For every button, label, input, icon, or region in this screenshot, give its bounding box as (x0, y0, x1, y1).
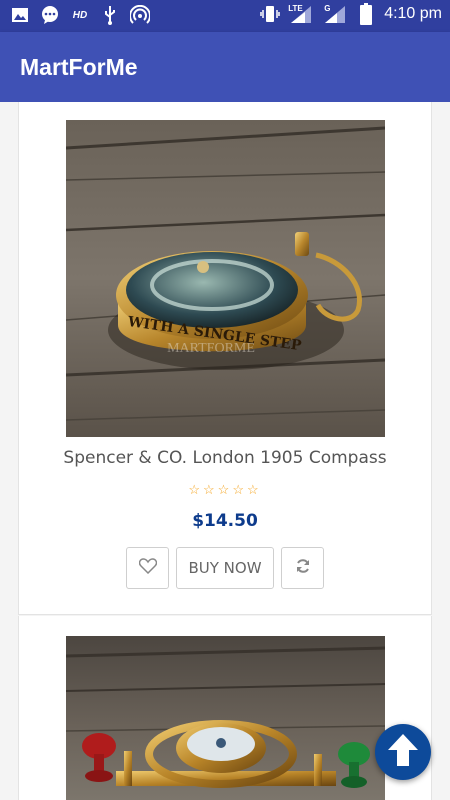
product-image[interactable]: WITH A SINGLE STEP MARTFORME (66, 120, 385, 437)
image-icon (10, 5, 30, 25)
buy-now-button[interactable]: BUY NOW (176, 547, 274, 589)
vibrate-icon (260, 4, 280, 24)
app-title: MartForMe (20, 54, 138, 80)
app-bar: MartForMe (0, 32, 450, 102)
rating-stars: ☆☆☆☆☆ (188, 482, 262, 497)
lte-label: LTE (288, 4, 303, 13)
lte-signal-icon: LTE (288, 4, 314, 24)
compare-button[interactable] (281, 547, 324, 589)
heart-icon (138, 557, 157, 579)
hd-icon: HD (72, 9, 88, 21)
chat-icon (40, 5, 60, 25)
product-card[interactable] (18, 616, 432, 800)
usb-icon (100, 5, 120, 25)
status-time: 4:10 pm (384, 5, 442, 22)
battery-icon (356, 3, 376, 25)
g-label: G (324, 4, 331, 13)
status-left-icons: HD (10, 5, 150, 25)
arrow-up-icon (386, 732, 420, 773)
image-watermark: MARTFORME (167, 341, 255, 356)
product-name[interactable]: Spencer & CO. London 1905 Compass (19, 448, 431, 468)
g-signal-icon: G (322, 4, 348, 24)
status-right-icons: LTE G 4:10 pm (260, 3, 442, 25)
refresh-icon (295, 558, 311, 579)
scroll-to-top-button[interactable] (375, 724, 431, 780)
product-card[interactable]: WITH A SINGLE STEP MARTFORME Spencer & C… (18, 102, 432, 615)
product-list[interactable]: WITH A SINGLE STEP MARTFORME Spencer & C… (0, 102, 450, 800)
status-bar: HD LTE G 4:10 pm (0, 0, 450, 32)
hotspot-icon (130, 5, 150, 25)
product-price: $14.50 (192, 511, 258, 531)
product-image[interactable] (66, 636, 385, 800)
wishlist-button[interactable] (126, 547, 169, 589)
